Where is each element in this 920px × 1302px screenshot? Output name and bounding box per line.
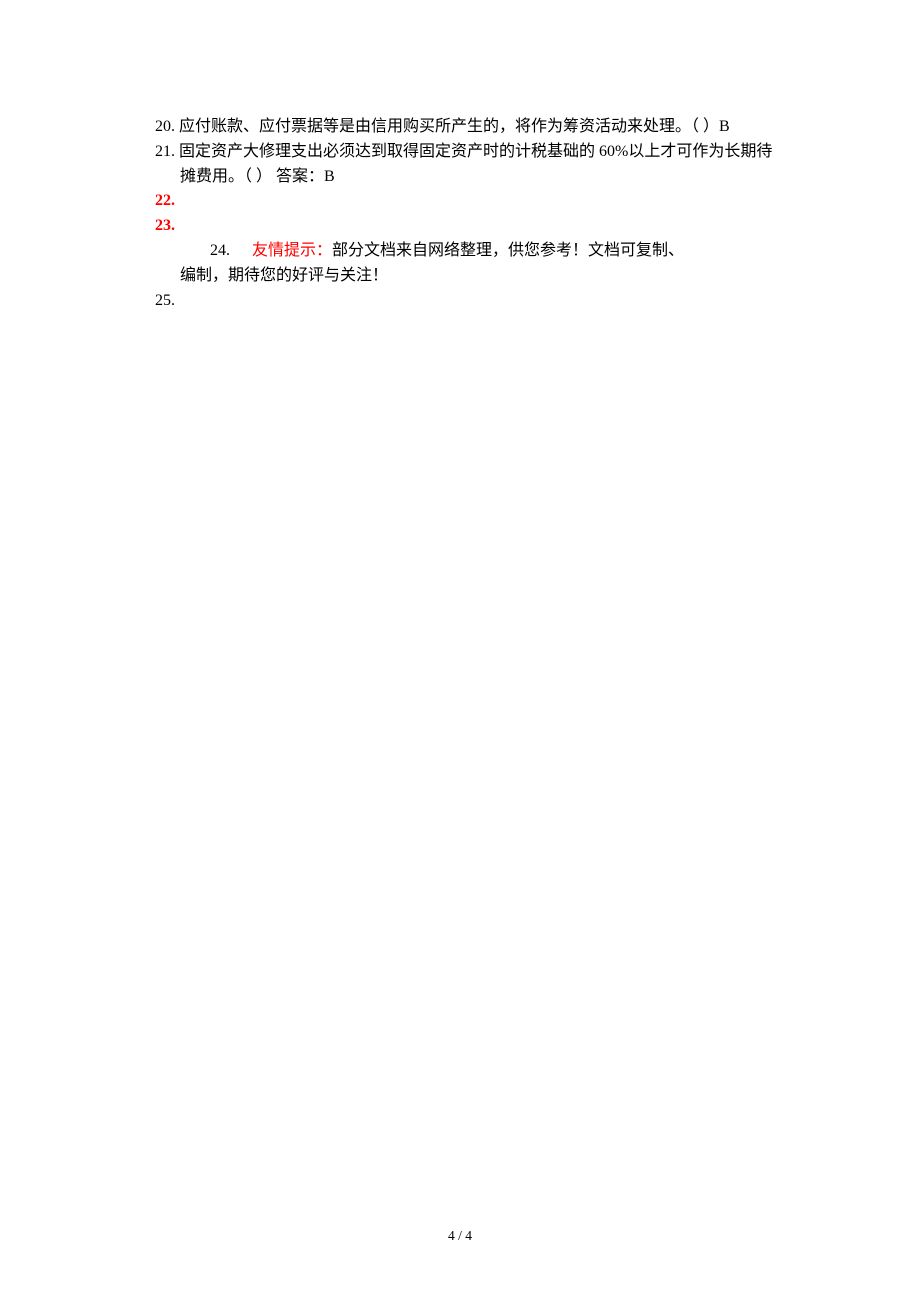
question-22-number: 22. [155,189,790,214]
tip-text-line1: 部分文档来自网络整理，供您参考！文档可复制、 [332,242,684,259]
tip-text-line2: 编制，期待您的好评与关注！ [155,264,790,289]
document-page: 20. 应付账款、应付票据等是由信用购买所产生的，将作为筹资活动来处理。（ ）B… [0,0,920,313]
question-25-number: 25. [155,289,790,314]
question-24-number: 24. [155,242,230,259]
question-20-text: 应付账款、应付票据等是由信用购买所产生的，将作为筹资活动来处理。（ ）B [175,115,730,140]
question-21-number: 21. [155,140,175,165]
page-footer: 4 / 4 [0,1228,920,1244]
question-21-line1: 固定资产大修理支出必须达到取得固定资产时的计税基础的 60%以上才可作为长期待 [175,140,772,165]
question-24: 24. 友情提示：部分文档来自网络整理，供您参考！文档可复制、 编制，期待您的好… [155,239,790,289]
question-23-number: 23. [155,214,790,239]
question-20-number: 20. [155,115,175,140]
tip-label: 友情提示： [252,242,332,259]
question-21: 21. 固定资产大修理支出必须达到取得固定资产时的计税基础的 60%以上才可作为… [155,140,790,165]
question-20: 20. 应付账款、应付票据等是由信用购买所产生的，将作为筹资活动来处理。（ ）B [155,115,790,140]
question-21-line2: 摊费用。（ ） 答案：B [155,165,790,190]
